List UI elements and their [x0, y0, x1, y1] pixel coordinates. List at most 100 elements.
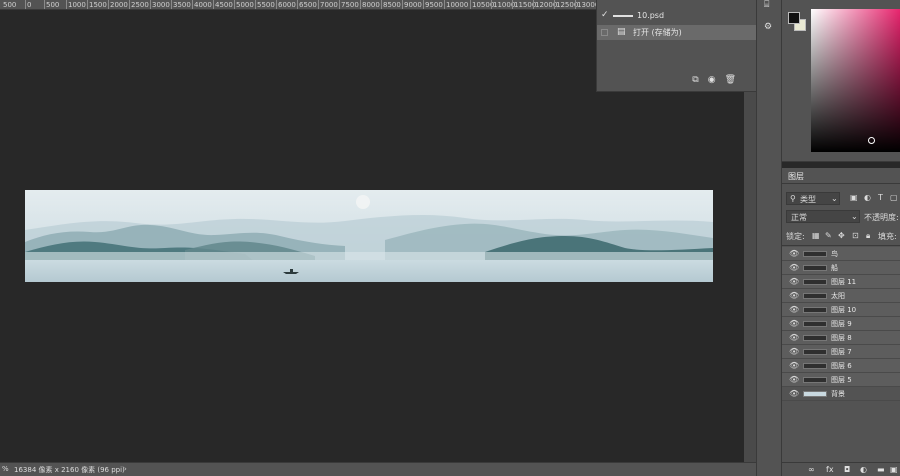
layer-thumbnail	[803, 391, 827, 397]
layer-row[interactable]: 👁︎ 图层 10	[782, 303, 900, 317]
layer-thumbnail	[803, 251, 827, 257]
eye-icon[interactable]: 👁︎	[789, 291, 799, 301]
color-picker-handle[interactable]	[868, 137, 875, 144]
blend-mode-select[interactable]: 正常 ⌄	[786, 210, 860, 223]
layers-panel: 图层 ⚲ 类型 ⌄ ▣ ◐ T ▢ 正常 ⌄ 不透明度: 锁定: ▦ ✎ ✥ ⊡…	[782, 168, 900, 462]
eye-icon[interactable]: 👁︎	[789, 249, 799, 259]
layer-thumbnail	[803, 349, 827, 355]
ruler-tick: 8500	[381, 0, 401, 9]
filter-adjustment-icon[interactable]: ◐	[864, 193, 871, 202]
filter-type-label: 类型	[800, 195, 816, 204]
layer-name: 图层 7	[831, 348, 852, 356]
layer-row[interactable]: 👁︎ 图层 7	[782, 345, 900, 359]
layer-name: 图层 5	[831, 376, 852, 384]
filter-shape-icon[interactable]: ▢	[890, 193, 898, 202]
layer-name: 太阳	[831, 292, 845, 300]
layer-row[interactable]: 👁︎ 图层 8	[782, 331, 900, 345]
new-layer-icon[interactable]: ▣	[890, 465, 898, 475]
layer-row[interactable]: 👁︎ 图层 11	[782, 275, 900, 289]
layer-thumbnail	[803, 293, 827, 299]
opacity-label: 不透明度:	[864, 213, 899, 222]
vertical-scrollbar[interactable]	[744, 92, 756, 462]
ruler-tick: 0	[25, 0, 32, 9]
layer-row[interactable]: 👁︎ 背景	[782, 387, 900, 401]
foreground-color-swatch[interactable]	[788, 12, 800, 24]
zoom-level[interactable]: %	[2, 465, 9, 473]
ruler-tick: 10000	[444, 0, 469, 9]
layer-name: 背景	[831, 390, 845, 398]
properties-panel-icon[interactable]: ⚙	[764, 22, 772, 32]
history-state-label: 打开 (存储为)	[633, 28, 682, 37]
filter-pixel-icon[interactable]: ▣	[850, 193, 858, 202]
fill-label: 填充:	[878, 232, 897, 241]
ruler-tick: 7000	[318, 0, 338, 9]
history-snapshot[interactable]: ✓ 10.psd	[597, 8, 757, 23]
layer-name: 图层 10	[831, 306, 857, 314]
layer-row[interactable]: 👁︎ 鸟	[782, 247, 900, 261]
layer-row[interactable]: 👁︎ 太阳	[782, 289, 900, 303]
new-group-icon[interactable]: ▬	[877, 465, 885, 475]
lock-label: 锁定:	[786, 232, 805, 241]
eye-icon[interactable]: 👁︎	[789, 347, 799, 357]
document-info[interactable]: 16384 像素 x 2160 像素 (96 ppi)	[14, 465, 125, 475]
divider	[782, 245, 900, 246]
ruler-tick: 5000	[234, 0, 254, 9]
eye-icon[interactable]: 👁︎	[789, 361, 799, 371]
filter-type-icon[interactable]: T	[878, 193, 883, 202]
brush-icon: ✓	[601, 10, 609, 20]
ruler-tick: 5500	[255, 0, 275, 9]
lock-image-icon[interactable]: ✎	[825, 231, 832, 240]
lock-transparent-icon[interactable]: ▦	[812, 231, 820, 240]
layer-thumbnail	[803, 279, 827, 285]
layer-filter-select[interactable]: ⚲ 类型 ⌄	[786, 192, 840, 205]
ruler-tick: 13000	[575, 0, 596, 9]
history-brush-source-checkbox[interactable]	[601, 29, 608, 36]
eye-icon[interactable]: 👁︎	[789, 263, 799, 273]
eye-icon[interactable]: 👁︎	[789, 375, 799, 385]
lock-position-icon[interactable]: ✥	[838, 231, 845, 240]
adjustment-layer-icon[interactable]: ◐	[860, 465, 867, 475]
color-picker-field[interactable]	[811, 9, 900, 152]
layer-name: 图层 11	[831, 278, 857, 286]
lock-all-icon[interactable]: 🔒︎	[866, 231, 870, 241]
layer-row[interactable]: 👁︎ 图层 5	[782, 373, 900, 387]
color-panel	[782, 0, 900, 162]
layer-thumbnail	[803, 321, 827, 327]
eye-icon[interactable]: 👁︎	[789, 305, 799, 315]
eye-icon[interactable]: 👁︎	[789, 333, 799, 343]
layers-footer: ∞ fx ◘ ◐ ▬ ▣	[782, 462, 900, 476]
layer-row[interactable]: 👁︎ 船	[782, 261, 900, 275]
new-document-from-state-icon[interactable]: ⧉	[692, 75, 698, 85]
history-state[interactable]: ▤ 打开 (存储为)	[597, 25, 757, 40]
eye-icon[interactable]: 👁︎	[789, 277, 799, 287]
panel-dock-strip: ⌸ ⚙	[756, 0, 782, 476]
link-layers-icon[interactable]: ∞	[808, 465, 815, 475]
layer-thumbnail	[803, 363, 827, 369]
horizontal-ruler[interactable]: 500 0 500 1000 1500 2000 2500 3000 3500 …	[0, 0, 596, 10]
ruler-tick: 8000	[360, 0, 380, 9]
layer-name: 船	[831, 264, 838, 272]
fx-icon[interactable]: fx	[826, 465, 834, 475]
document-icon: ▤	[617, 27, 626, 37]
ruler-tick: 3000	[150, 0, 170, 9]
layer-thumbnail	[803, 377, 827, 383]
eye-icon[interactable]: 👁︎	[789, 389, 799, 399]
eye-icon[interactable]: 👁︎	[789, 319, 799, 329]
layer-thumbnail	[803, 335, 827, 341]
history-panel-icon[interactable]: ⌸	[764, 0, 769, 10]
camera-icon[interactable]: ◉	[708, 75, 716, 85]
layers-tab[interactable]: 图层	[782, 168, 900, 184]
ruler-tick: 7500	[339, 0, 359, 9]
ruler-tick: 9500	[423, 0, 443, 9]
blend-mode-value: 正常	[791, 213, 807, 222]
lock-artboard-icon[interactable]: ⊡	[852, 231, 859, 240]
snapshot-label: 10.psd	[637, 11, 665, 20]
chevron-down-icon: ⌄	[851, 212, 858, 221]
add-mask-icon[interactable]: ◘	[844, 465, 850, 475]
trash-icon[interactable]: 🗑	[725, 75, 736, 85]
layer-row[interactable]: 👁︎ 图层 9	[782, 317, 900, 331]
document-image[interactable]	[25, 190, 713, 282]
ruler-tick: 9000	[402, 0, 422, 9]
layer-row[interactable]: 👁︎ 图层 6	[782, 359, 900, 373]
status-menu-arrow-icon[interactable]: ›	[124, 465, 127, 473]
